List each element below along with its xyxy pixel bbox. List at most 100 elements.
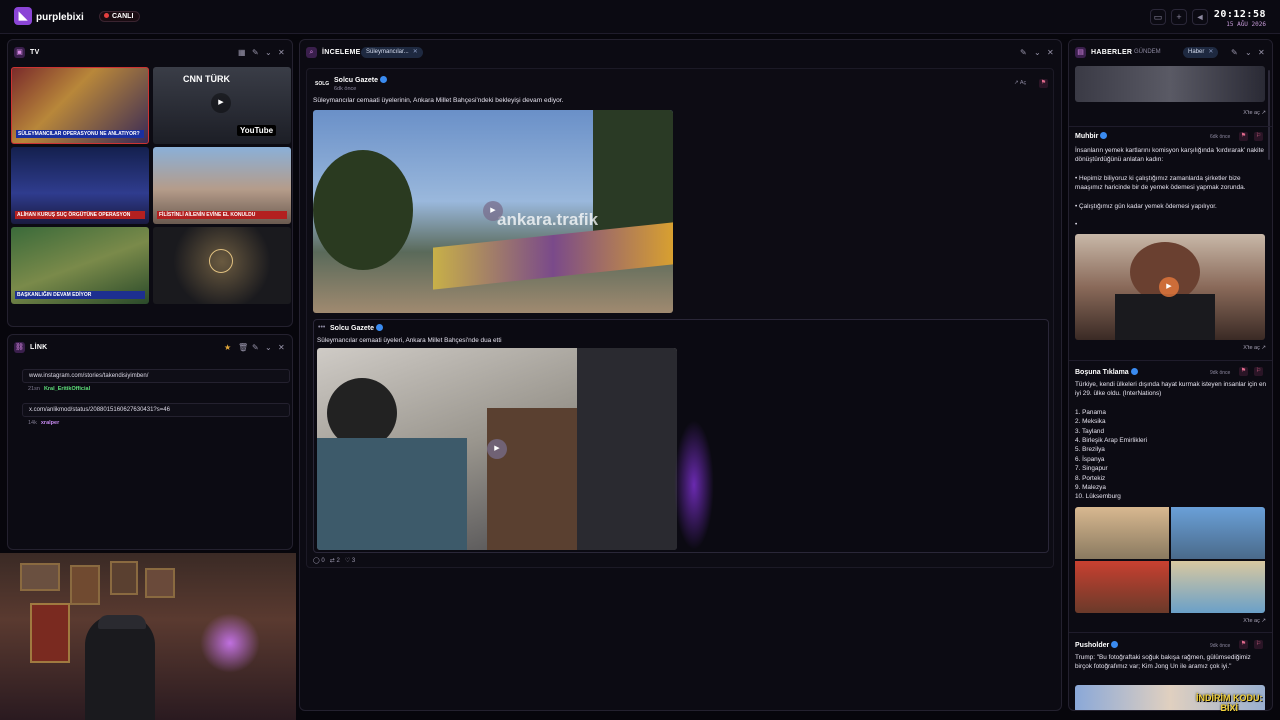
promo-overlay: İNDİRİM KODU: BİXİ [1196, 693, 1263, 713]
news-author-name: Pusholder [1075, 642, 1110, 649]
brand-logo[interactable]: ◣ [14, 7, 32, 25]
more-icon[interactable]: ••• [318, 324, 325, 331]
flag-icon[interactable]: ⚐ [1254, 640, 1263, 649]
link-user[interactable]: xralper [41, 420, 59, 426]
quoted-author[interactable]: Solcu Gazete [330, 324, 383, 332]
open-in-x[interactable]: X'te aç ↗ [1243, 618, 1266, 624]
edit-icon[interactable]: ✎ [252, 343, 259, 352]
edit-icon[interactable]: ✎ [252, 48, 259, 57]
news-line: 3. Tayland [1075, 427, 1105, 435]
chip-close-icon[interactable]: ✕ [1208, 49, 1213, 55]
close-icon[interactable]: ✕ [278, 343, 285, 352]
like-icon[interactable]: ♡ [345, 558, 350, 564]
star-icon[interactable]: ★ [224, 343, 231, 352]
flag-icon[interactable]: ⚐ [1254, 367, 1263, 376]
repost-icon[interactable]: ⇄ [330, 558, 335, 564]
news-line: 1. Panama [1075, 408, 1106, 416]
tv-tile-caption: SÜLEYMANCILAR OPERASYONU NE ANLATIYOR? [16, 130, 144, 138]
post-card: SOLG Solcu Gazete 6dk önce ↗ Aç ⚑ Süleym… [306, 68, 1054, 568]
play-icon[interactable]: ▶ [211, 93, 231, 113]
clock: 20:12:58 15 AĞU 2026 [1214, 9, 1266, 28]
cap [98, 615, 146, 629]
chevron-down-icon[interactable]: ⌄ [1245, 48, 1252, 57]
tv-tile-1[interactable]: SÜLEYMANCILAR OPERASYONU NE ANLATIYOR? [11, 67, 149, 144]
news-author[interactable]: Pusholder [1075, 641, 1119, 649]
inceleme-title: İNCELEME [322, 49, 361, 56]
filter-chip[interactable]: Haber ✕ [1183, 47, 1219, 58]
filter-chip-label: Haber [1188, 49, 1205, 55]
collage-tile [1171, 561, 1265, 613]
quoted-video[interactable]: ▶ [317, 348, 677, 550]
bookmark-icon[interactable]: ⚑ [1039, 79, 1048, 88]
verified-icon [1100, 132, 1108, 139]
video-watermark: ankara.trafik [497, 210, 599, 229]
screen-icon[interactable]: ▭ [1150, 9, 1166, 25]
grid-icon[interactable]: ▦ [238, 48, 246, 57]
post-author-name: Solcu Gazete [334, 77, 378, 84]
news-body: Türkiye, kendi ülkeleri dışında hayat ku… [1075, 380, 1269, 502]
link-user[interactable]: Kral_EritikOfficial [44, 386, 90, 392]
wall-frame [30, 603, 70, 663]
play-icon[interactable]: ▶ [1159, 277, 1179, 297]
flag-icon[interactable]: ⚐ [1254, 132, 1263, 141]
news-line: 10. Lüksemburg [1075, 493, 1121, 501]
post-author[interactable]: Solcu Gazete [334, 76, 387, 84]
news-age: 6dk önce [1210, 134, 1231, 140]
tv-tile-2[interactable]: CNN TÜRK ▶ YouTube [153, 67, 291, 144]
divider [1069, 632, 1272, 633]
open-in-x[interactable]: X'te aç ↗ [1243, 110, 1266, 116]
close-icon[interactable]: ✕ [1258, 48, 1265, 57]
news-age: 9dk önce [1210, 370, 1231, 376]
close-icon[interactable]: ✕ [1047, 48, 1054, 57]
person [1115, 294, 1215, 340]
tab-gundem[interactable]: GÜNDEM [1134, 49, 1161, 55]
verified-icon [1111, 641, 1119, 648]
play-icon[interactable]: ▶ [487, 439, 507, 459]
post-video[interactable]: ankara.trafik ▶ [313, 110, 673, 313]
reply-icon[interactable]: ◯ [313, 558, 320, 564]
open-link[interactable]: ↗ Aç [1014, 80, 1026, 86]
add-icon[interactable]: + [1171, 9, 1187, 25]
tv-tile-4[interactable]: FİLİSTİNLİ AİLENİN EVİNE EL KONULDU [153, 147, 291, 224]
link-item-url[interactable]: www.instagram.com/stories/takendisiyimbe… [22, 369, 290, 383]
bookmark-icon[interactable]: ⚑ [1239, 640, 1248, 649]
news-author[interactable]: Boşuna Tıklama [1075, 368, 1138, 376]
tv-tile-3[interactable]: ALİHAN KURUŞ SUÇ ÖRGÜTÜNE OPERASYON [11, 147, 149, 224]
collage-tile [1075, 507, 1169, 559]
webcam-feed [0, 553, 296, 720]
news-line: • [1075, 221, 1078, 229]
link-item-url[interactable]: x.com/anlikmod/status/208801516062763043… [22, 403, 290, 417]
open-in-x-label: X'te aç [1243, 618, 1260, 624]
news-video[interactable]: ▶ [1075, 234, 1265, 340]
tv-tile-6[interactable] [153, 227, 291, 304]
trash-icon[interactable]: 🗑 [238, 343, 248, 352]
tv-tile-5[interactable]: BAŞKANLIĞIN DEVAM EDİYOR [11, 227, 149, 304]
chevron-down-icon[interactable]: ⌄ [265, 48, 272, 57]
promo-line-1: İNDİRİM KODU: [1196, 693, 1263, 703]
close-icon[interactable]: ✕ [278, 48, 285, 57]
filter-chip[interactable]: Süleymancılar... ✕ [361, 47, 423, 58]
news-image[interactable] [1075, 66, 1265, 102]
streamer [85, 615, 155, 720]
bookmark-icon[interactable]: ⚑ [1239, 132, 1248, 141]
news-line: 6. İspanya [1075, 455, 1105, 463]
chip-close-icon[interactable]: ✕ [413, 49, 418, 55]
chevron-down-icon[interactable]: ⌄ [265, 343, 272, 352]
tram [433, 222, 673, 290]
chevron-down-icon[interactable]: ⌄ [1034, 48, 1041, 57]
edit-icon[interactable]: ✎ [1231, 48, 1238, 57]
post-age: 6dk önce [334, 86, 357, 92]
open-in-x[interactable]: X'te aç ↗ [1243, 345, 1266, 351]
bookmark-icon[interactable]: ⚑ [1239, 367, 1248, 376]
news-author[interactable]: Muhbir [1075, 132, 1108, 140]
inceleme-header: ⌕ İNCELEME Süleymancılar... ✕ ✎ ⌄ ✕ [300, 40, 1061, 66]
quoted-post[interactable]: ••• Solcu Gazete Süleymancılar cemaati ü… [313, 319, 1049, 553]
target-icon [209, 249, 233, 273]
play-icon[interactable]: ▶ [483, 201, 503, 221]
verified-icon [379, 76, 387, 83]
collage-tile [1075, 561, 1169, 613]
volume-icon[interactable]: ◄ [1192, 9, 1208, 25]
news-image-collage[interactable] [1075, 507, 1265, 613]
edit-icon[interactable]: ✎ [1020, 48, 1027, 57]
live-badge: CANLI [99, 11, 141, 22]
